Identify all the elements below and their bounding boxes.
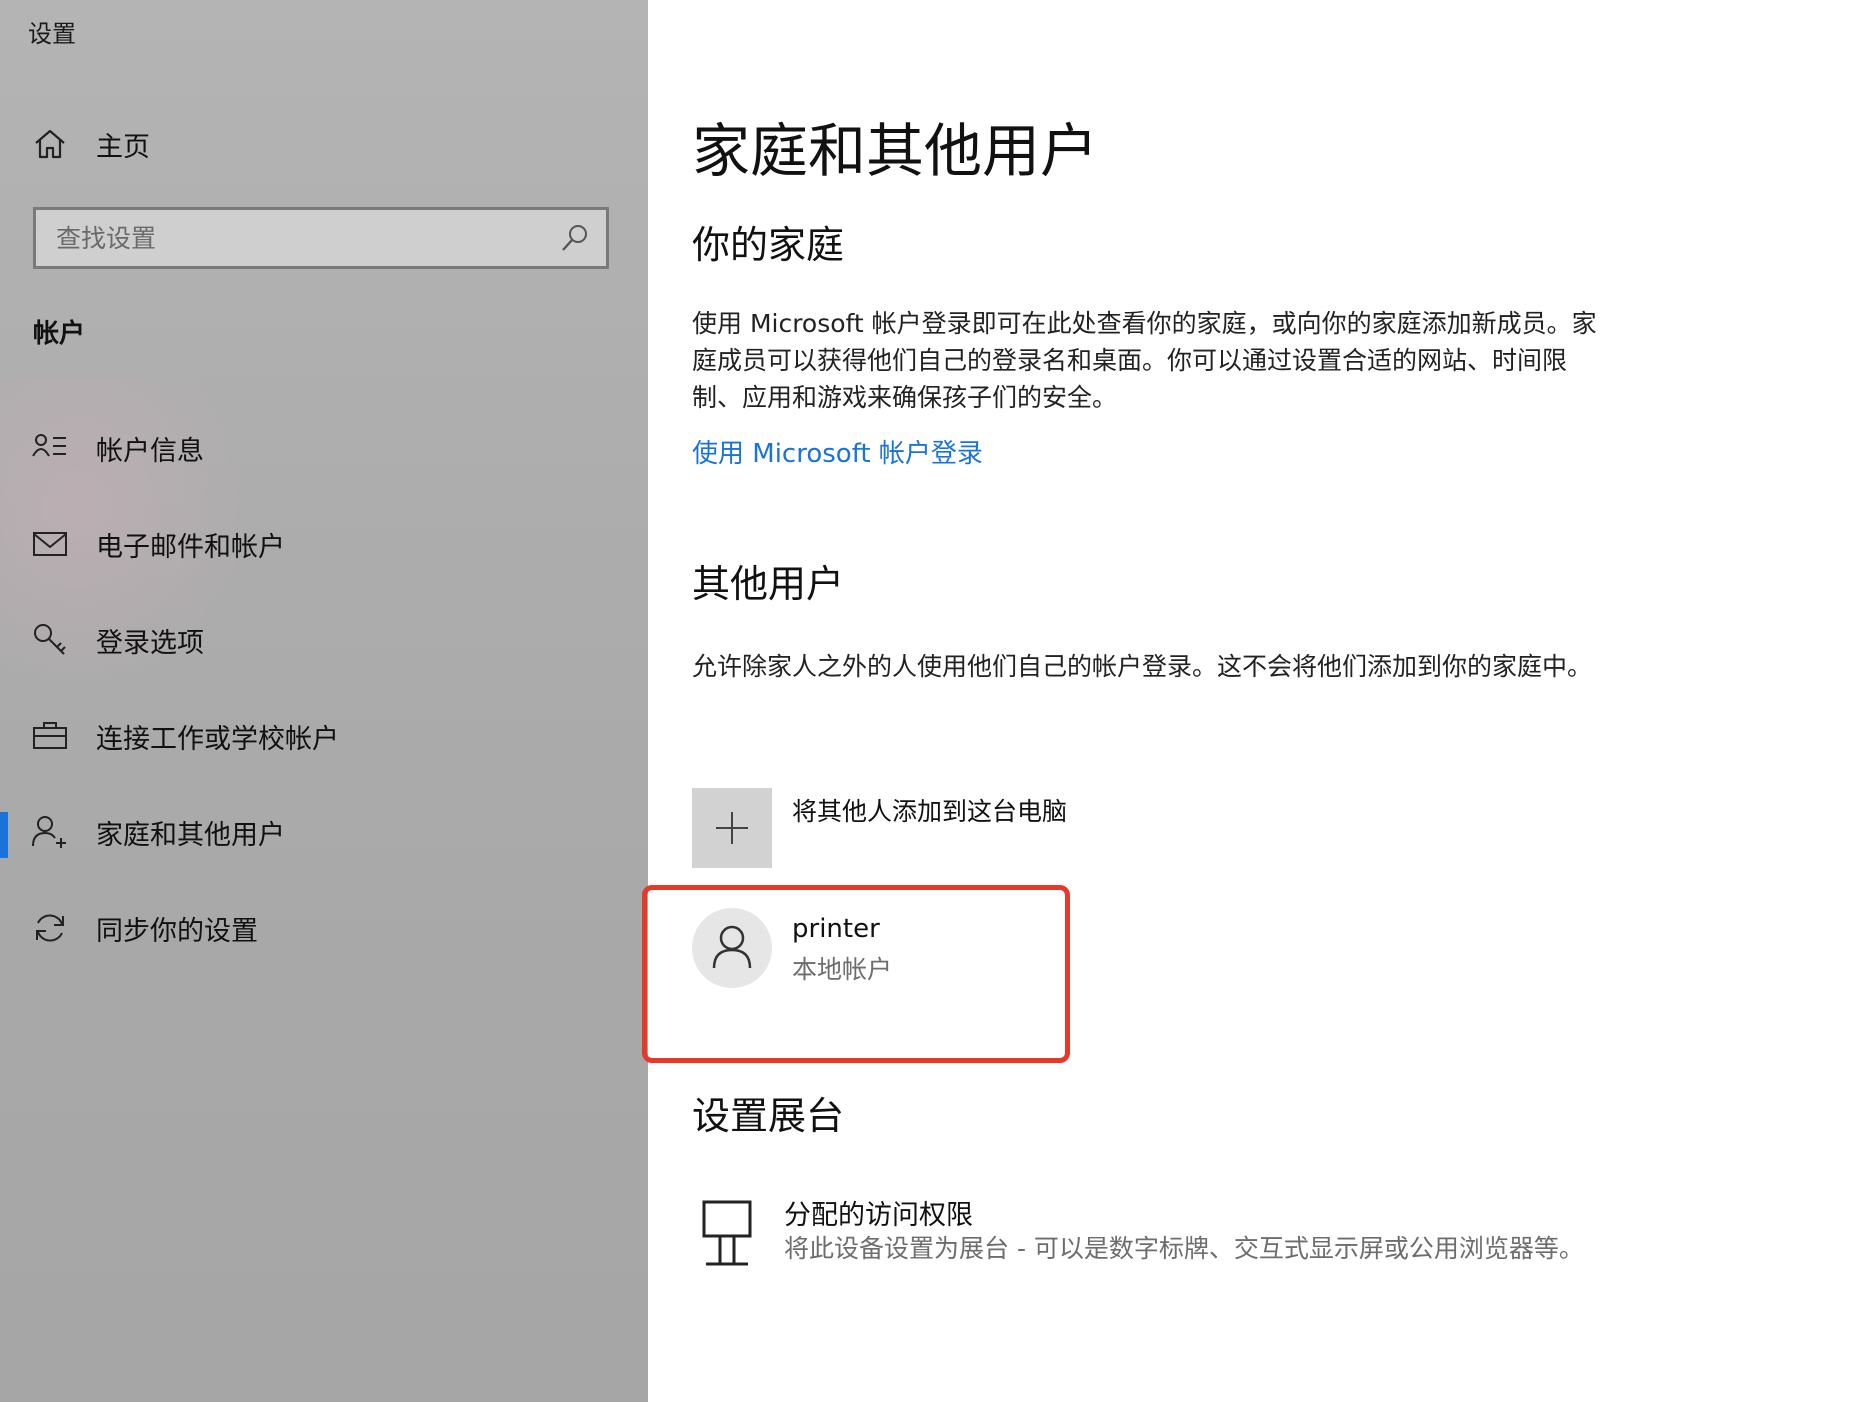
account-info-icon xyxy=(32,434,66,457)
assigned-access-description: 将此设备设置为展台 - 可以是数字标牌、交互式显示屏或公用浏览器等。 xyxy=(784,1234,1584,1263)
add-other-user-button[interactable]: 将其他人添加到这台电脑 xyxy=(692,788,1292,872)
sidebar: 设置 主页 帐户 帐户信息 xyxy=(0,0,648,1402)
other-users-heading: 其他用户 xyxy=(692,562,845,606)
user-card-printer[interactable]: printer 本地帐户 xyxy=(692,908,1092,992)
assigned-access-item[interactable]: 分配的访问权限 将此设备设置为展台 - 可以是数字标牌、交互式显示屏或公用浏览器… xyxy=(692,1193,1592,1313)
briefcase-icon xyxy=(33,722,67,749)
main-content: 家庭和其他用户 你的家庭 使用 Microsoft 帐户登录即可在此处查看你的家… xyxy=(648,0,1860,1402)
kiosk-heading: 设置展台 xyxy=(692,1094,845,1138)
sidebar-item-label: 帐户信息 xyxy=(96,435,204,467)
key-icon xyxy=(34,624,66,655)
sidebar-item-family-other-users[interactable]: 家庭和其他用户 xyxy=(0,802,648,862)
user-account-type: 本地帐户 xyxy=(792,955,893,984)
kiosk-icon xyxy=(702,1200,752,1266)
sidebar-item-label: 连接工作或学校帐户 xyxy=(96,723,339,755)
search-icon[interactable] xyxy=(558,221,592,255)
other-users-description: 允许除家人之外的人使用他们自己的帐户登录。这不会将他们添加到你的家庭中。 xyxy=(692,652,1593,681)
sidebar-item-sign-in-options[interactable]: 登录选项 xyxy=(0,610,648,670)
sidebar-item-label: 家庭和其他用户 xyxy=(96,819,285,851)
user-name: printer xyxy=(792,914,880,944)
sidebar-item-label: 同步你的设置 xyxy=(96,915,258,947)
home-icon xyxy=(35,129,65,159)
plus-icon xyxy=(716,812,748,844)
page-title: 家庭和其他用户 xyxy=(692,117,1099,185)
sidebar-home-label: 主页 xyxy=(96,131,150,163)
sidebar-item-label: 电子邮件和帐户 xyxy=(96,531,285,563)
add-other-user-label: 将其他人添加到这台电脑 xyxy=(792,797,1068,826)
sync-icon xyxy=(36,914,64,942)
app-title: 设置 xyxy=(28,20,76,48)
search-box xyxy=(33,207,609,269)
sidebar-item-sync[interactable]: 同步你的设置 xyxy=(0,898,648,958)
person-add-icon xyxy=(32,816,66,848)
sidebar-item-work-school[interactable]: 连接工作或学校帐户 xyxy=(0,706,648,766)
sidebar-item-account-info[interactable]: 帐户信息 xyxy=(0,418,648,478)
mail-icon xyxy=(33,532,67,556)
family-description: 使用 Microsoft 帐户登录即可在此处查看你的家庭，或向你的家庭添加新成员… xyxy=(692,309,1597,412)
avatar xyxy=(692,908,772,988)
assigned-access-title: 分配的访问权限 xyxy=(784,1200,973,1231)
family-heading: 你的家庭 xyxy=(692,223,845,267)
selection-indicator xyxy=(0,812,8,858)
sidebar-item-email[interactable]: 电子邮件和帐户 xyxy=(0,514,648,574)
sidebar-home[interactable]: 主页 xyxy=(30,120,590,168)
search-input[interactable] xyxy=(36,222,558,254)
person-icon xyxy=(712,925,752,969)
add-user-tile xyxy=(692,788,772,868)
section-header-accounts: 帐户 xyxy=(33,319,86,349)
sidebar-item-label: 登录选项 xyxy=(96,627,204,659)
microsoft-signin-link[interactable]: 使用 Microsoft 帐户登录 xyxy=(692,433,983,470)
